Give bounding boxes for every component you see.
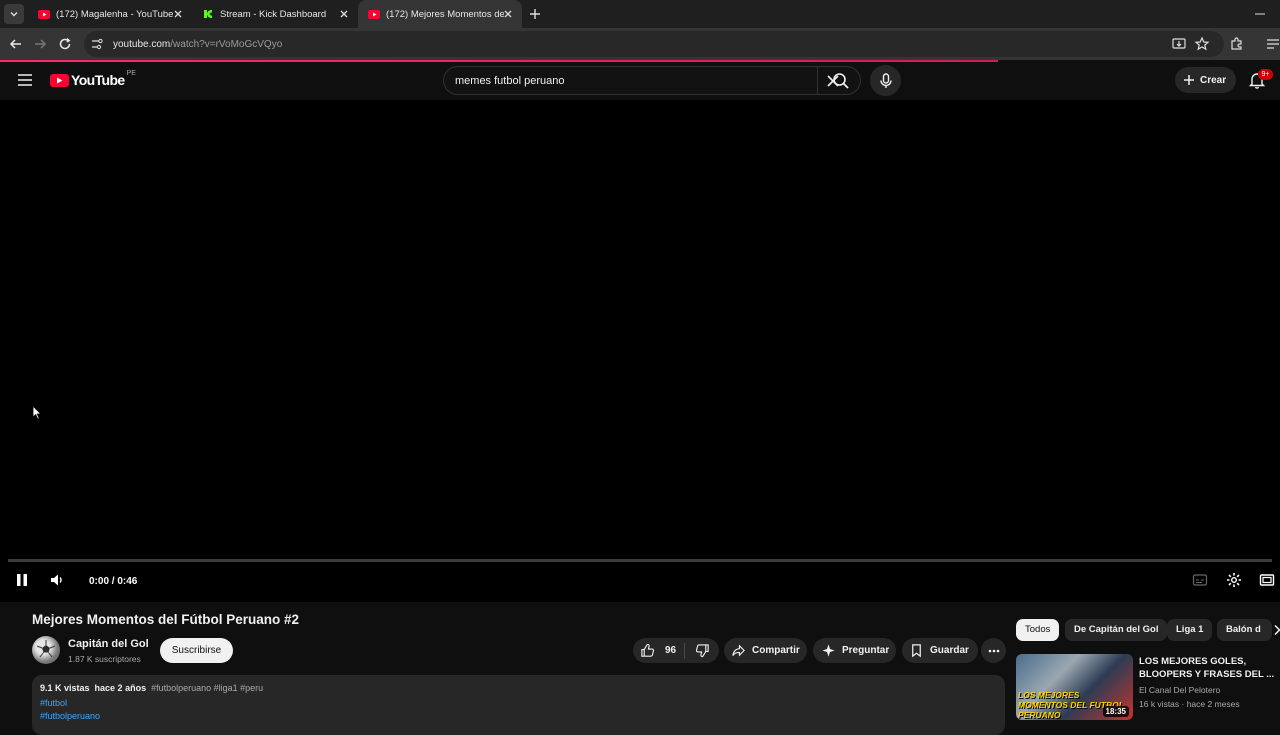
back-arrow-icon[interactable]	[8, 36, 24, 52]
youtube-favicon-icon	[38, 9, 50, 19]
close-icon[interactable]	[338, 8, 350, 20]
reading-list-icon[interactable]	[1265, 36, 1280, 52]
close-icon[interactable]	[172, 8, 184, 20]
microphone-icon	[879, 72, 892, 88]
url-path: /watch?v=rVoMoGcVQyo	[170, 38, 283, 50]
description-meta: 9.1 K vistas hace 2 años #futbolperuano …	[40, 683, 997, 693]
share-button[interactable]: Compartir	[724, 638, 807, 663]
forward-arrow-icon[interactable]	[32, 36, 48, 52]
subscriber-count: 1.87 K suscriptores	[68, 654, 141, 664]
chip-channel[interactable]: De Capitán del Gol	[1065, 619, 1168, 641]
minimize-icon[interactable]	[1254, 7, 1266, 21]
recommended-channel[interactable]: El Canal Del Pelotero	[1139, 685, 1220, 695]
tab-title: (172) Mejores Momentos del F	[386, 8, 504, 20]
install-app-icon[interactable]	[1171, 36, 1187, 52]
search-input[interactable]: memes futbol peruano	[455, 75, 826, 87]
chevron-down-icon	[10, 12, 18, 17]
soccer-ball-icon	[36, 640, 56, 658]
bookmark-star-icon[interactable]	[1194, 36, 1210, 52]
site-info-icon[interactable]	[89, 36, 105, 52]
save-label: Guardar	[930, 645, 969, 656]
sparkle-icon	[822, 644, 835, 657]
upload-age: hace 2 años	[94, 683, 147, 693]
recommended-meta: 16 k vistas · hace 2 meses	[1139, 699, 1240, 709]
pause-icon[interactable]	[14, 572, 30, 588]
description-box[interactable]: 9.1 K vistas hace 2 años #futbolperuano …	[32, 675, 1005, 735]
thumbs-up-icon	[641, 643, 655, 657]
video-duration: 18:35	[1102, 706, 1129, 717]
notification-badge: 9+	[1258, 69, 1273, 80]
search-divider	[817, 67, 818, 94]
reload-icon[interactable]	[57, 36, 73, 52]
video-title: Mejores Momentos del Fútbol Peruano #2	[32, 612, 300, 627]
youtube-wordmark: YouTube	[71, 72, 125, 88]
settings-gear-icon[interactable]	[1226, 572, 1242, 588]
create-label: Crear	[1200, 74, 1227, 86]
new-tab-plus-icon[interactable]	[528, 7, 542, 21]
dislike-button[interactable]	[685, 643, 710, 658]
thumbs-down-icon	[695, 644, 709, 658]
description-tags: #futbolperuano #liga1 #peru	[151, 683, 264, 693]
youtube-favicon-icon	[368, 9, 380, 19]
search-box[interactable]: memes futbol peruano	[443, 66, 861, 95]
mouse-cursor-icon	[32, 405, 42, 420]
url-text: youtube.com/watch?v=rVoMoGcVQyo	[113, 39, 282, 50]
youtube-masthead: YouTube PE memes futbol peruano Crear	[0, 62, 1280, 100]
chevron-right-icon[interactable]	[1272, 624, 1280, 636]
tab-search-button[interactable]	[4, 4, 24, 24]
ask-label: Preguntar	[842, 645, 890, 656]
tab-title: Stream - Kick Dashboard	[220, 8, 327, 20]
menu-hamburger-icon[interactable]	[16, 72, 34, 88]
like-dislike-group: 96	[633, 638, 719, 663]
like-count: 96	[665, 645, 677, 656]
share-label: Compartir	[752, 645, 800, 656]
close-icon[interactable]	[502, 8, 514, 20]
url-host: youtube.com	[113, 38, 171, 50]
channel-avatar[interactable]	[32, 636, 60, 664]
view-count: 9.1 K vistas	[40, 683, 90, 693]
browser-tab-1[interactable]: (172) Magalenha - YouTube	[28, 0, 192, 28]
video-progress-bar[interactable]	[8, 559, 1272, 562]
browser-tab-bar: (172) Magalenha - YouTube Stream - Kick …	[0, 0, 1280, 28]
extensions-icon[interactable]	[1229, 36, 1245, 52]
playback-time: 0:00 / 0:46	[89, 576, 138, 587]
video-player[interactable]: 0:00 / 0:46	[0, 100, 1280, 602]
recommended-title[interactable]: LOS MEJORES GOLES, BLOOPERS Y FRASES DEL…	[1139, 655, 1275, 681]
search-icon[interactable]	[832, 72, 850, 90]
tab-title: (172) Magalenha - YouTube	[56, 8, 174, 20]
kick-favicon-icon	[202, 9, 214, 19]
create-button[interactable]: Crear	[1175, 67, 1236, 93]
address-bar[interactable]: youtube.com/watch?v=rVoMoGcVQyo	[84, 31, 1224, 57]
browser-toolbar: youtube.com/watch?v=rVoMoGcVQyo	[0, 28, 1280, 60]
youtube-logo[interactable]: YouTube PE	[50, 69, 136, 88]
channel-name[interactable]: Capitán del Gol	[68, 638, 149, 650]
ask-button[interactable]: Preguntar	[813, 638, 896, 663]
volume-icon[interactable]	[49, 572, 65, 588]
like-button[interactable]: 96	[633, 643, 684, 658]
plus-icon	[1184, 75, 1194, 85]
more-actions-button[interactable]	[981, 638, 1006, 663]
more-horizontal-icon	[988, 649, 999, 652]
chip-todos[interactable]: Todos	[1016, 619, 1060, 641]
chip-balon[interactable]: Balón d	[1217, 619, 1272, 641]
country-code: PE	[126, 69, 136, 77]
voice-search-button[interactable]	[870, 65, 901, 96]
subscribe-button[interactable]: Suscribirse	[160, 638, 233, 663]
browser-tab-2[interactable]: Stream - Kick Dashboard	[192, 0, 358, 28]
chip-liga1[interactable]: Liga 1	[1167, 619, 1213, 641]
theater-mode-icon[interactable]	[1259, 572, 1275, 588]
subtitles-icon[interactable]	[1192, 572, 1208, 588]
save-button[interactable]: Guardar	[902, 638, 978, 663]
hashtag-link[interactable]: #futbol	[40, 698, 997, 708]
youtube-play-icon	[50, 73, 69, 87]
bookmark-icon	[912, 644, 921, 658]
recommended-thumbnail[interactable]: LOS MEJORES MOMENTOS DEL FUTBOL PERUANO …	[1016, 654, 1133, 720]
share-arrow-icon	[732, 644, 745, 657]
browser-tab-3-active[interactable]: (172) Mejores Momentos del F	[358, 0, 522, 28]
